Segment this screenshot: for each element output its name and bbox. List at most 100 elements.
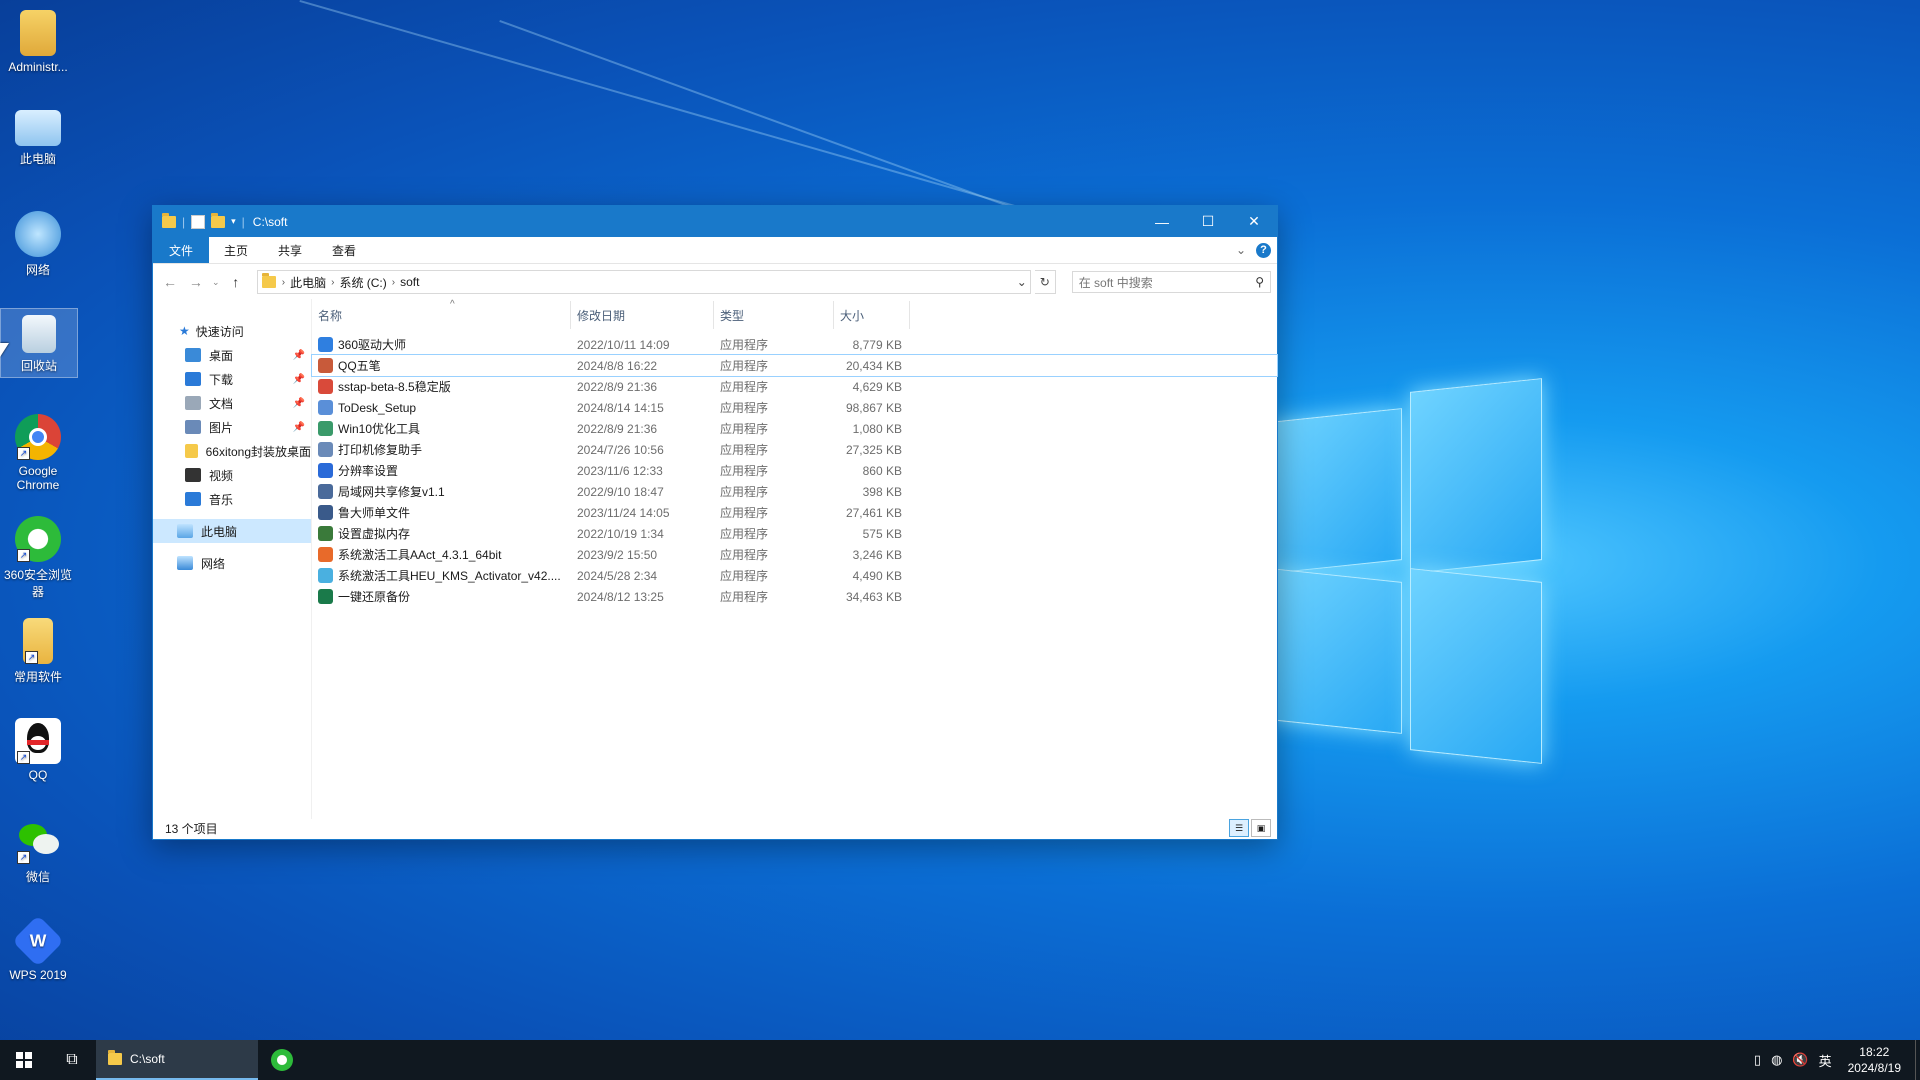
file-name: 一键还原备份	[338, 590, 411, 604]
address-bar[interactable]: › 此电脑 › 系统 (C:) › soft ⌄	[256, 270, 1031, 294]
desktop-icon-this-pc[interactable]: 此电脑	[0, 104, 76, 167]
desktop-icon-common-software[interactable]: ↗ 常用软件	[0, 612, 76, 685]
new-folder-icon[interactable]	[211, 212, 226, 228]
item-count: 13 个项目	[165, 821, 218, 836]
minimize-button[interactable]: —	[1139, 206, 1185, 237]
pin-icon[interactable]: 📌	[293, 398, 305, 409]
tab-file[interactable]: 文件	[153, 237, 210, 263]
desktop-icon-label: Google Chrome	[16, 464, 60, 492]
usb-device-icon[interactable]: ▯	[1754, 1052, 1761, 1068]
computer-icon	[177, 524, 193, 538]
nav-this-pc[interactable]: 此电脑	[153, 519, 311, 543]
desktop-icon-label: 此电脑	[19, 152, 56, 166]
taskbar-app-360-browser[interactable]	[258, 1040, 306, 1080]
nav-item-6[interactable]: 音乐	[153, 487, 311, 511]
file-row[interactable]: 鲁大师单文件 2023/11/24 14:05 应用程序 27,461 KB	[312, 502, 1277, 523]
customize-toolbar-icon[interactable]: ▾	[231, 216, 236, 227]
pin-icon[interactable]: 📌	[293, 374, 305, 385]
volume-muted-icon[interactable]: 🔇	[1792, 1052, 1808, 1068]
task-view-button[interactable]: ⧉	[48, 1040, 96, 1080]
recent-locations-chevron-icon[interactable]: ⌄	[211, 277, 221, 288]
expand-ribbon-chevron-icon[interactable]: ⌄	[1236, 243, 1246, 257]
desktop-icon-wechat[interactable]: ↗ 微信	[0, 812, 76, 885]
nav-item-0[interactable]: 桌面 📌	[153, 343, 311, 367]
column-header-date[interactable]: 修改日期	[571, 301, 714, 329]
recycle-bin-icon	[22, 315, 56, 353]
clock[interactable]: 18:22 2024/8/19	[1842, 1044, 1907, 1076]
breadcrumb-soft[interactable]: soft	[395, 275, 424, 289]
refresh-icon[interactable]: ↻	[1034, 270, 1056, 294]
maximize-button[interactable]: ☐	[1185, 206, 1231, 237]
file-size: 3,246 KB	[852, 547, 902, 562]
desktop-icon-administrator[interactable]: Administr...	[0, 4, 76, 74]
network-icon	[15, 211, 61, 257]
desktop-icon-recycle-bin[interactable]: 回收站	[0, 308, 78, 378]
file-row[interactable]: 分辨率设置 2023/11/6 12:33 应用程序 860 KB	[312, 460, 1277, 481]
show-desktop-button[interactable]	[1915, 1040, 1920, 1080]
close-button[interactable]: ✕	[1231, 206, 1277, 237]
file-row[interactable]: 系统激活工具HEU_KMS_Activator_v42.... 2024/5/28…	[312, 565, 1277, 586]
file-size: 27,325 KB	[845, 442, 902, 457]
file-date: 2024/7/26 10:56	[577, 442, 664, 457]
file-row[interactable]: sstap-beta-8.5稳定版 2022/8/9 21:36 应用程序 4,629…	[312, 376, 1277, 397]
file-row[interactable]: 360驱动大师 2022/10/11 14:09 应用程序 8,779 KB	[312, 334, 1277, 355]
column-header-name[interactable]: 名称	[312, 301, 571, 329]
nav-item-3[interactable]: 图片 📌	[153, 415, 311, 439]
file-row[interactable]: 打印机修复助手 2024/7/26 10:56 应用程序 27,325 KB	[312, 439, 1277, 460]
large-icons-view-icon[interactable]: ▣	[1251, 819, 1271, 837]
help-icon[interactable]: ?	[1256, 242, 1271, 258]
column-header-type[interactable]: 类型	[714, 301, 834, 329]
file-row[interactable]: 一键还原备份 2024/8/12 13:25 应用程序 34,463 KB	[312, 586, 1277, 607]
desktop-icon-360-browser[interactable]: ↗ 360安全浏览器	[0, 510, 76, 600]
desktop-icon-qq[interactable]: ↗ QQ	[0, 712, 76, 782]
desktop-icon-label: 微信	[25, 870, 50, 884]
forward-arrow-icon[interactable]: →	[185, 274, 207, 290]
search-input[interactable]: 在 soft 中搜索 ⚲	[1071, 271, 1272, 293]
file-type: 应用程序	[720, 485, 769, 499]
breadcrumb-this-pc[interactable]: 此电脑	[285, 274, 331, 291]
breadcrumb-system-c[interactable]: 系统 (C:)	[334, 274, 391, 291]
file-list-pane: ^ 名称 修改日期 类型 大小 360驱动大师 2022/10/11 14:09 应…	[311, 299, 1278, 819]
network-globe-icon[interactable]: ◍	[1771, 1052, 1782, 1068]
tab-view[interactable]: 查看	[317, 237, 371, 263]
nav-item-5[interactable]: 视频	[153, 463, 311, 487]
file-row[interactable]: QQ五笔 2024/8/8 16:22 应用程序 20,434 KB	[311, 354, 1278, 377]
nav-quick-access[interactable]: ★ 快速访问	[153, 319, 311, 343]
nav-item-1[interactable]: 下载 📌	[153, 367, 311, 391]
file-row[interactable]: 系统激活工具AAct_4.3.1_64bit 2023/9/2 15:50 应用程序…	[312, 544, 1277, 565]
up-arrow-icon[interactable]: ↑	[225, 274, 247, 290]
desktop-icon-network[interactable]: 网络	[0, 205, 76, 278]
start-button[interactable]	[0, 1040, 48, 1080]
file-row[interactable]: Win10优化工具 2022/8/9 21:36 应用程序 1,080 KB	[312, 418, 1277, 439]
back-arrow-icon[interactable]: ←	[159, 274, 181, 290]
nav-item-4[interactable]: 66xitong封装放桌面	[153, 439, 311, 463]
desktop-icon-wps[interactable]: W WPS 2019	[0, 912, 76, 982]
file-type: 应用程序	[720, 380, 769, 394]
nav-network[interactable]: 网络	[153, 551, 311, 575]
file-row[interactable]: ToDesk_Setup 2024/8/14 14:15 应用程序 98,867 KB	[312, 397, 1277, 418]
pin-icon[interactable]: 📌	[293, 350, 305, 361]
file-name-cell: Win10优化工具	[312, 420, 571, 437]
taskbar-app-explorer[interactable]: C:\soft	[96, 1040, 258, 1080]
folder-icon	[162, 212, 176, 228]
pin-icon[interactable]: 📌	[293, 422, 305, 433]
file-date: 2023/9/2 15:50	[577, 547, 658, 562]
file-type: 应用程序	[720, 338, 769, 352]
properties-icon[interactable]	[191, 214, 206, 229]
search-icon[interactable]: ⚲	[1255, 275, 1264, 289]
search-placeholder: 在 soft 中搜索	[1078, 275, 1153, 290]
address-dropdown-chevron-icon[interactable]: ⌄	[1014, 275, 1030, 289]
tab-home[interactable]: 主页	[209, 237, 263, 263]
file-row[interactable]: 局域网共享修复v1.1 2022/9/10 18:47 应用程序 398 KB	[312, 481, 1277, 502]
application-icon	[318, 400, 333, 415]
file-row[interactable]: 设置虚拟内存 2022/10/19 1:34 应用程序 575 KB	[312, 523, 1277, 544]
shortcut-arrow-icon: ↗	[17, 751, 30, 764]
computer-icon	[15, 110, 61, 146]
title-bar[interactable]: | ▾ | C:\soft — ☐ ✕	[153, 206, 1277, 237]
details-view-icon[interactable]: ☰	[1229, 819, 1249, 837]
column-header-size[interactable]: 大小	[834, 301, 910, 329]
tab-share[interactable]: 共享	[263, 237, 317, 263]
nav-item-2[interactable]: 文档 📌	[153, 391, 311, 415]
ime-indicator[interactable]: 英	[1819, 1051, 1832, 1070]
desktop-icon-chrome[interactable]: ↗ Google Chrome	[0, 408, 76, 492]
